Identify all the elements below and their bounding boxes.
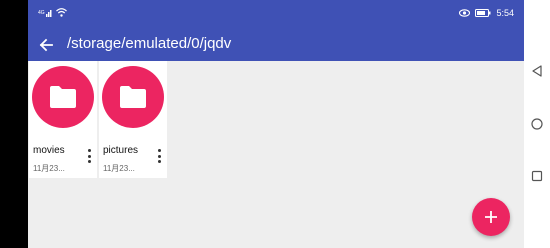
folder-name: pictures (103, 145, 139, 156)
folder-name: movies (33, 145, 65, 156)
back-icon (532, 65, 542, 77)
nav-recents-button[interactable] (530, 169, 544, 183)
battery-icon (475, 9, 491, 17)
folder-date: 11月23... (103, 164, 135, 173)
current-path: /storage/emulated/0/jqdv (67, 35, 232, 52)
status-time: 5:54 (496, 8, 514, 18)
app-toolbar: /storage/emulated/0/jqdv (28, 28, 524, 61)
folder-date: 11月23... (33, 164, 65, 173)
wifi-icon (56, 8, 67, 17)
eye-icon (459, 9, 471, 17)
folder-item-pictures[interactable]: pictures 11月23... (99, 61, 167, 178)
signal-icon: 4G (38, 8, 52, 17)
more-vert-icon[interactable] (85, 149, 93, 163)
status-bar: 4G 5:54 (28, 0, 524, 28)
folder-item-movies[interactable]: movies 11月23... (29, 61, 97, 178)
home-icon (531, 118, 543, 130)
back-button[interactable] (34, 33, 58, 57)
nav-home-button[interactable] (530, 117, 544, 131)
folder-icon (120, 86, 146, 108)
status-right: 5:54 (459, 8, 514, 18)
add-button[interactable] (472, 198, 510, 236)
more-vert-icon[interactable] (155, 149, 163, 163)
svg-text:4G: 4G (38, 10, 45, 16)
recents-icon (531, 170, 543, 182)
folder-icon (50, 86, 76, 108)
folder-icon-badge (32, 66, 94, 128)
screen: 4G 5:54 /storage/emulated/0/jqdv movies … (0, 0, 550, 248)
file-manager-app: 4G 5:54 /storage/emulated/0/jqdv movies … (28, 0, 524, 248)
nav-back-button[interactable] (530, 64, 544, 78)
status-left: 4G (38, 8, 67, 17)
system-nav-bar (524, 0, 550, 248)
plus-icon (485, 211, 497, 223)
arrow-left-icon (39, 38, 53, 52)
folder-icon-badge (102, 66, 164, 128)
